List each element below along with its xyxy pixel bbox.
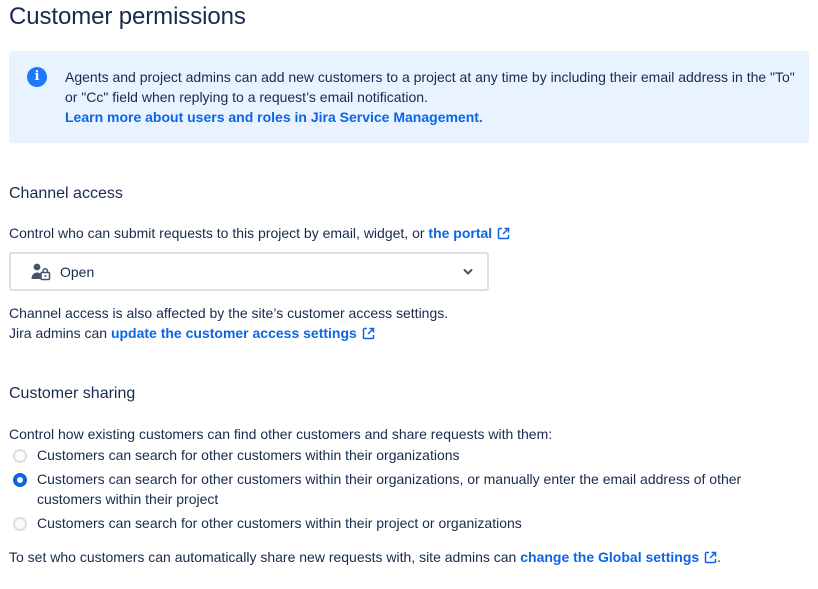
radio-button-selected[interactable]: [13, 473, 27, 487]
external-link-icon: [704, 551, 717, 564]
customer-access-settings-link[interactable]: update the customer access settings: [111, 325, 375, 341]
info-message: Agents and project admins can add new cu…: [65, 67, 800, 127]
customer-sharing-footer: To set who customers can automatically s…: [9, 547, 721, 567]
portal-link[interactable]: the portal: [428, 225, 510, 241]
sharing-option-label: Customers can search for other customers…: [37, 471, 742, 507]
external-link-icon: [497, 227, 510, 240]
channel-access-note-line1: Channel access is also affected by the s…: [9, 305, 449, 321]
global-settings-link-label: change the Global settings: [520, 549, 700, 565]
customer-sharing-description: Control how existing customers can find …: [9, 426, 553, 442]
info-icon: i: [27, 67, 47, 87]
user-lock-icon: [31, 263, 51, 281]
channel-access-heading: Channel access: [9, 185, 123, 202]
channel-access-note-prefix: Jira admins can: [9, 325, 111, 341]
radio-button[interactable]: [13, 449, 27, 463]
global-settings-link[interactable]: change the Global settings: [520, 549, 717, 565]
channel-access-note-line2: Jira admins can update the customer acce…: [9, 323, 375, 343]
customer-sharing-heading: Customer sharing: [9, 385, 136, 402]
info-text: Agents and project admins can add new cu…: [65, 69, 795, 105]
customer-sharing-footer-suffix: .: [717, 549, 722, 565]
channel-access-select[interactable]: Open: [9, 252, 489, 291]
chevron-down-icon: [463, 269, 473, 275]
info-panel: i Agents and project admins can add new …: [9, 51, 809, 143]
customer-access-settings-link-label: update the customer access settings: [110, 325, 357, 341]
portal-link-label: the portal: [428, 225, 493, 241]
radio-button[interactable]: [13, 517, 27, 531]
external-link-icon: [362, 327, 375, 340]
channel-access-select-value: Open: [60, 264, 95, 280]
sharing-option-label: Customers can search for other customers…: [37, 447, 460, 463]
channel-access-description-text: Control who can submit requests to this …: [9, 225, 429, 241]
customer-sharing-footer-text: To set who customers can automatically s…: [9, 549, 521, 565]
page-title: Customer permissions: [9, 3, 246, 30]
channel-access-description: Control who can submit requests to this …: [9, 223, 510, 243]
learn-more-link[interactable]: Learn more about users and roles in Jira…: [65, 107, 800, 127]
sharing-option-label: Customers can search for other customers…: [37, 515, 522, 531]
